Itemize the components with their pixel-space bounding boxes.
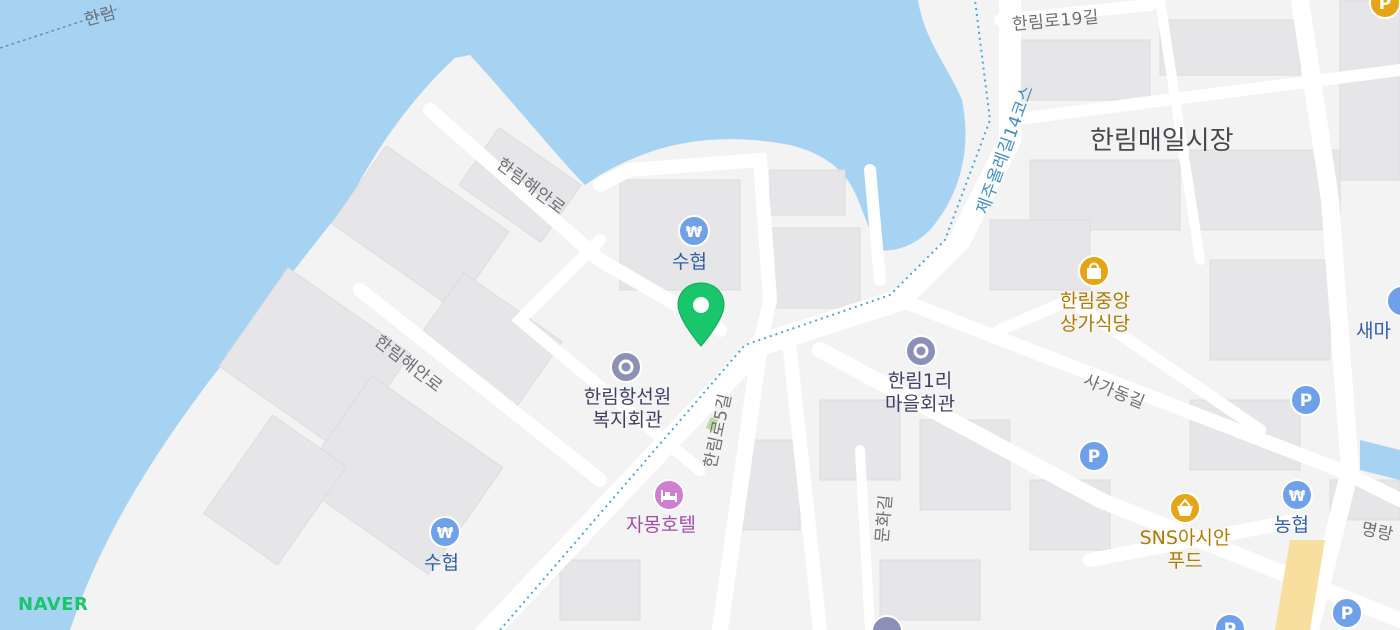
poi-label-suhyup-1[interactable]: 수협 bbox=[672, 251, 707, 274]
shopping-bag-icon[interactable] bbox=[1077, 254, 1111, 288]
svg-text:P: P bbox=[1379, 0, 1391, 14]
poi-label-nonghyup[interactable]: 농협 bbox=[1274, 514, 1309, 537]
area-label-market: 한림매일시장 bbox=[1090, 126, 1234, 156]
poi-label-welfare-hall[interactable]: 한림항선원 복지회관 bbox=[570, 386, 685, 432]
won-icon[interactable] bbox=[1385, 284, 1400, 318]
poi-label-saema[interactable]: 새마 bbox=[1356, 320, 1391, 343]
parking-icon[interactable]: P bbox=[1330, 596, 1364, 630]
won-icon[interactable]: ₩ bbox=[1280, 478, 1314, 512]
location-pin-icon[interactable] bbox=[674, 280, 728, 348]
poi-label-village-hall[interactable]: 한림1리 마을회관 bbox=[870, 370, 970, 416]
svg-text:P: P bbox=[1088, 447, 1100, 467]
parking-icon[interactable]: P bbox=[1368, 0, 1400, 20]
basket-icon[interactable] bbox=[1168, 491, 1202, 525]
svg-text:P: P bbox=[1224, 620, 1236, 630]
map-view[interactable]: 한림해안로 한림해안로 한림로5길 한림로19길 사가동길 문화길 명랑 한림 … bbox=[0, 0, 1400, 630]
road-label-munhwagil: 문화길 bbox=[872, 493, 897, 544]
bed-icon[interactable] bbox=[652, 478, 686, 512]
won-icon[interactable]: ₩ bbox=[428, 515, 462, 549]
poi-label-central-restaurant[interactable]: 한림중앙 상가식당 bbox=[1040, 290, 1150, 336]
poi-label-suhyup-2[interactable]: 수협 bbox=[424, 552, 459, 575]
svg-text:P: P bbox=[1341, 604, 1353, 624]
parking-icon[interactable]: P bbox=[1077, 439, 1111, 473]
naver-logo: NAVER bbox=[18, 594, 89, 615]
facility-icon[interactable] bbox=[870, 614, 904, 630]
svg-text:₩: ₩ bbox=[1289, 487, 1306, 505]
facility-icon[interactable] bbox=[609, 350, 643, 384]
facility-icon[interactable] bbox=[904, 334, 938, 368]
won-icon[interactable]: ₩ bbox=[677, 214, 711, 248]
parking-icon[interactable]: P bbox=[1289, 383, 1323, 417]
poi-label-sns-asian-food[interactable]: SNS아시안 푸드 bbox=[1125, 527, 1245, 573]
svg-text:₩: ₩ bbox=[437, 524, 454, 542]
parking-icon[interactable]: P bbox=[1213, 612, 1247, 630]
poi-label-jamong-hotel[interactable]: 자몽호텔 bbox=[626, 514, 696, 537]
svg-text:₩: ₩ bbox=[686, 223, 703, 241]
svg-text:P: P bbox=[1300, 391, 1312, 411]
